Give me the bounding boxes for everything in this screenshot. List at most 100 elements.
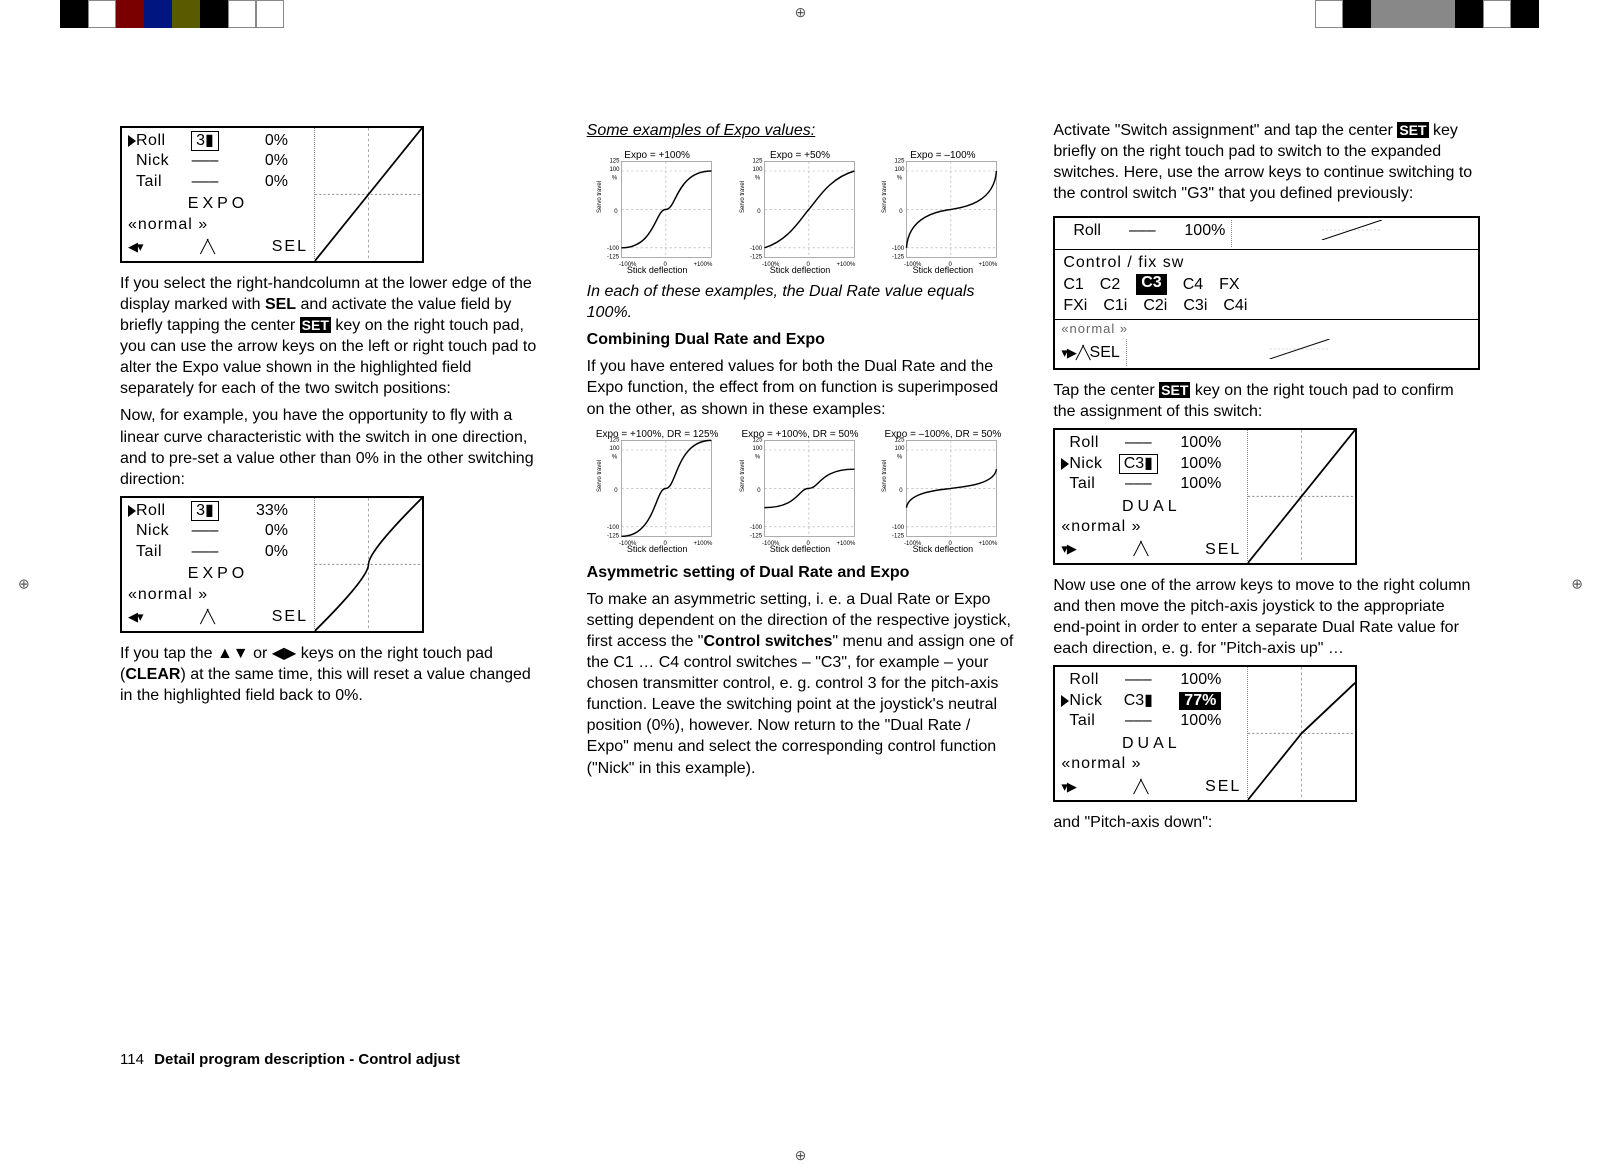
page-number: 114 bbox=[120, 1051, 150, 1068]
percent-value: 100% bbox=[1161, 454, 1221, 474]
sel-label: SEL bbox=[1205, 540, 1241, 560]
svg-text:%: % bbox=[754, 454, 760, 460]
switch-value: ––– bbox=[182, 542, 228, 562]
svg-text:-125: -125 bbox=[750, 255, 763, 261]
section-heading: Combining Dual Rate and Expo bbox=[587, 329, 1014, 350]
row-label: Nick bbox=[136, 521, 182, 541]
body-text: If you select the right-handcolumn at th… bbox=[120, 273, 547, 400]
percent-value: 100% bbox=[1161, 711, 1221, 731]
lcd-display-expo-1: Roll 3▮ 0% Nick ––– 0% Tail ––– 0% EXPO … bbox=[120, 126, 424, 263]
column-2: Some examples of Expo values: Expo = +10… bbox=[587, 120, 1014, 1020]
switch-value: ––– bbox=[182, 521, 228, 541]
body-text: If you have entered values for both the … bbox=[587, 356, 1014, 419]
switch-value: ––– bbox=[182, 172, 228, 192]
row-label: Nick bbox=[136, 151, 182, 171]
chart-expo-plus50: Expo = +50% Servo travel 125100% 0 -100-… bbox=[730, 147, 871, 277]
cursor-icon bbox=[1061, 695, 1069, 707]
nav-left-icon: ▾▶ bbox=[1061, 541, 1076, 558]
row-label: Roll bbox=[1069, 670, 1115, 690]
percent-value: 0% bbox=[228, 151, 288, 171]
sw-option: C4i bbox=[1223, 295, 1247, 317]
svg-text:-100: -100 bbox=[607, 525, 620, 531]
svg-text:0: 0 bbox=[757, 488, 761, 494]
svg-text:%: % bbox=[754, 176, 760, 182]
dialog-title: Control / fix sw bbox=[1063, 252, 1470, 274]
svg-text:100: 100 bbox=[609, 167, 620, 173]
percent-value: 0% bbox=[228, 172, 288, 192]
phase-label: «normal » bbox=[128, 585, 308, 605]
svg-text:-100: -100 bbox=[892, 525, 905, 531]
chart-expo100-dr50: Expo = +100%, DR = 50% Servo travel 1251… bbox=[730, 426, 871, 556]
nav-enter-icon: ╱╲ bbox=[1134, 779, 1148, 796]
svg-text:Servo travel: Servo travel bbox=[740, 181, 746, 213]
svg-text:0: 0 bbox=[614, 209, 618, 215]
cursor-icon bbox=[1061, 458, 1069, 470]
sw-option: C1i bbox=[1103, 295, 1127, 317]
svg-text:100: 100 bbox=[609, 446, 620, 452]
switch-value: 3▮ bbox=[191, 131, 219, 151]
sel-label: SEL bbox=[272, 607, 308, 627]
lcd-curve-graph bbox=[314, 128, 422, 261]
sw-option: FX bbox=[1219, 274, 1239, 296]
percent-value: 0% bbox=[228, 521, 288, 541]
svg-text:100: 100 bbox=[895, 167, 906, 173]
lcd-curve-graph bbox=[314, 498, 422, 631]
body-text: If you tap the ▲▼ or ◀▶ keys on the righ… bbox=[120, 643, 547, 706]
set-key-icon: SET bbox=[1159, 382, 1190, 398]
sw-option: C1 bbox=[1063, 274, 1083, 296]
body-text: To make an asymmetric setting, i. e. a D… bbox=[587, 589, 1014, 779]
nav-enter-icon: ╱╲ bbox=[200, 609, 214, 626]
svg-text:Servo travel: Servo travel bbox=[597, 181, 603, 213]
phase-label: «normal » bbox=[128, 215, 308, 235]
sw-option: C2 bbox=[1100, 274, 1120, 296]
switch-value: C3▮ bbox=[1119, 454, 1158, 474]
switch-value: 3▮ bbox=[191, 501, 219, 521]
svg-text:%: % bbox=[897, 176, 903, 182]
svg-text:-125: -125 bbox=[607, 533, 620, 539]
nav-enter-icon: ╱╲ bbox=[200, 239, 214, 256]
svg-text:-125: -125 bbox=[892, 255, 905, 261]
svg-text:+100%: +100% bbox=[979, 540, 999, 545]
nav-enter-icon: ╱╲ bbox=[1076, 344, 1090, 362]
row-label: Tail bbox=[136, 172, 182, 192]
sel-label: SEL bbox=[1090, 342, 1120, 364]
svg-text:0: 0 bbox=[614, 488, 618, 494]
switch-value: ––– bbox=[1119, 220, 1165, 247]
lcd-curve-graph bbox=[1247, 667, 1355, 800]
svg-text:100: 100 bbox=[895, 446, 906, 452]
lcd-display-dual-2: Roll ––– 100% Nick C3▮ 77% Tail ––– 100%… bbox=[1053, 665, 1357, 802]
body-text: Tap the center SET key on the right touc… bbox=[1053, 380, 1480, 422]
svg-text:-125: -125 bbox=[892, 533, 905, 539]
svg-text:+100%: +100% bbox=[836, 540, 856, 545]
svg-text:-100: -100 bbox=[892, 246, 905, 252]
svg-text:Servo travel: Servo travel bbox=[740, 460, 746, 492]
page-footer: 114 Detail program description - Control… bbox=[120, 1051, 460, 1068]
body-text: Now, for example, you have the opportuni… bbox=[120, 405, 547, 489]
sw-option: C3i bbox=[1183, 295, 1207, 317]
figure-caption: In each of these examples, the Dual Rate… bbox=[587, 281, 1014, 323]
nav-left-icon: ◀▾ bbox=[128, 239, 143, 256]
registration-mark-icon: ⊕ bbox=[1571, 576, 1581, 593]
row-label: Tail bbox=[1069, 474, 1115, 494]
switch-value: ––– bbox=[1115, 474, 1161, 494]
lcd-display-dual-1: Roll ––– 100% Nick C3▮ 100% Tail ––– 100… bbox=[1053, 428, 1357, 565]
sw-option: C2i bbox=[1143, 295, 1167, 317]
nav-enter-icon: ╱╲ bbox=[1134, 541, 1148, 558]
body-text: Now use one of the arrow keys to move to… bbox=[1053, 575, 1480, 659]
svg-text:-100: -100 bbox=[750, 246, 763, 252]
svg-text:Servo travel: Servo travel bbox=[882, 460, 888, 492]
chart-expo-minus100-dr50: Expo = –100%, DR = 50% Servo travel 1251… bbox=[872, 426, 1013, 556]
row-label: Roll bbox=[1073, 220, 1119, 247]
lcd-display-expo-2: Roll 3▮ 33% Nick ––– 0% Tail ––– 0% EXPO… bbox=[120, 496, 424, 633]
nav-left-icon: ◀▾ bbox=[128, 609, 143, 626]
mode-label: DUAL bbox=[1061, 734, 1241, 754]
switch-value: ––– bbox=[1115, 711, 1161, 731]
row-label: Roll bbox=[136, 131, 182, 151]
switch-value: C3▮ bbox=[1115, 691, 1161, 711]
row-label: Nick bbox=[1069, 691, 1115, 711]
nav-left-icon: ▾▶ bbox=[1061, 779, 1076, 796]
sel-label: SEL bbox=[1205, 777, 1241, 797]
svg-text:+100%: +100% bbox=[693, 540, 713, 545]
expo-charts-row-2: Expo = +100%, DR = 125% Servo travel 125… bbox=[587, 426, 1014, 556]
nav-left-icon: ▾▶ bbox=[1061, 344, 1076, 362]
